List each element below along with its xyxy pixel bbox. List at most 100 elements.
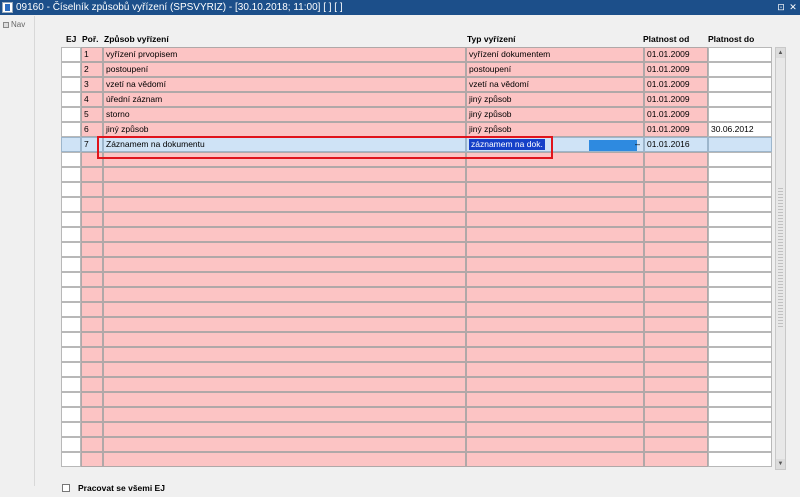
cell-typ-vyrizeni[interactable] (466, 392, 644, 407)
table-row-empty[interactable] (61, 317, 772, 332)
cell-zpusob-vyrizeni[interactable] (103, 437, 466, 452)
cell-zpusob-vyrizeni[interactable]: vzetí na vědomí (103, 77, 466, 92)
cell-ej[interactable] (61, 227, 81, 242)
table-row-empty[interactable] (61, 227, 772, 242)
nav-link[interactable]: Nav (3, 20, 25, 29)
cell-ej[interactable] (61, 92, 81, 107)
cell-ej[interactable] (61, 377, 81, 392)
cell-ej[interactable] (61, 362, 81, 377)
list-of-values-icon[interactable]: – (635, 138, 640, 151)
cell-platnost-od[interactable] (644, 377, 708, 392)
cell-ej[interactable] (61, 242, 81, 257)
cell-platnost-od[interactable]: 01.01.2009 (644, 62, 708, 77)
table-row[interactable]: 5 storno jiný způsob 01.01.2009 (61, 107, 772, 122)
cell-typ-vyrizeni[interactable] (466, 452, 644, 467)
cell-poradi[interactable] (81, 212, 103, 227)
cell-poradi[interactable] (81, 392, 103, 407)
cell-platnost-od[interactable] (644, 452, 708, 467)
scroll-down-icon[interactable]: ▼ (776, 459, 785, 469)
cell-zpusob-vyrizeni[interactable] (103, 272, 466, 287)
cell-platnost-od[interactable] (644, 332, 708, 347)
scroll-thumb[interactable] (778, 188, 783, 328)
table-row-empty[interactable] (61, 242, 772, 257)
cell-zpusob-vyrizeni[interactable] (103, 167, 466, 182)
cell-poradi[interactable] (81, 317, 103, 332)
cell-zpusob-vyrizeni[interactable] (103, 407, 466, 422)
cell-platnost-od[interactable] (644, 227, 708, 242)
cell-poradi[interactable] (81, 452, 103, 467)
cell-poradi[interactable] (81, 167, 103, 182)
table-row-empty[interactable] (61, 452, 772, 467)
cell-ej[interactable] (61, 182, 81, 197)
table-row-empty[interactable] (61, 212, 772, 227)
table-row-empty[interactable] (61, 257, 772, 272)
cell-poradi[interactable] (81, 272, 103, 287)
cell-platnost-do[interactable] (708, 62, 772, 77)
cell-platnost-do[interactable] (708, 317, 772, 332)
cell-platnost-do[interactable] (708, 257, 772, 272)
cell-platnost-do[interactable] (708, 227, 772, 242)
cell-typ-vyrizeni[interactable] (466, 317, 644, 332)
table-row-empty[interactable] (61, 197, 772, 212)
cell-platnost-do[interactable] (708, 242, 772, 257)
cell-zpusob-vyrizeni[interactable] (103, 302, 466, 317)
cell-typ-vyrizeni[interactable]: jiný způsob (466, 122, 644, 137)
table-row-empty[interactable] (61, 332, 772, 347)
table-row[interactable]: 4 úřední záznam jiný způsob 01.01.2009 (61, 92, 772, 107)
cell-platnost-od[interactable]: 01.01.2009 (644, 107, 708, 122)
cell-platnost-od[interactable] (644, 362, 708, 377)
cell-platnost-od[interactable]: 01.01.2016 (644, 137, 708, 152)
cell-platnost-od[interactable] (644, 212, 708, 227)
cell-ej[interactable] (61, 302, 81, 317)
cell-zpusob-vyrizeni[interactable] (103, 212, 466, 227)
table-row-empty[interactable] (61, 272, 772, 287)
table-row-empty[interactable] (61, 347, 772, 362)
cell-platnost-od[interactable] (644, 302, 708, 317)
table-row-empty[interactable] (61, 302, 772, 317)
table-row-empty[interactable] (61, 422, 772, 437)
cell-ej[interactable] (61, 77, 81, 92)
cell-platnost-do[interactable] (708, 152, 772, 167)
cell-ej[interactable] (61, 62, 81, 77)
cell-typ-vyrizeni[interactable] (466, 197, 644, 212)
all-ej-checkbox[interactable] (62, 484, 70, 492)
table-row[interactable]: 2 postoupení postoupení 01.01.2009 (61, 62, 772, 77)
cell-platnost-do[interactable] (708, 437, 772, 452)
cell-platnost-do[interactable] (708, 212, 772, 227)
cell-ej[interactable] (61, 167, 81, 182)
cell-poradi[interactable]: 3 (81, 77, 103, 92)
cell-poradi[interactable] (81, 287, 103, 302)
close-icon[interactable]: ✕ (788, 0, 798, 15)
cell-typ-vyrizeni[interactable] (466, 377, 644, 392)
cell-ej[interactable] (61, 122, 81, 137)
cell-typ-vyrizeni[interactable]: postoupení (466, 62, 644, 77)
cell-ej[interactable] (61, 257, 81, 272)
cell-platnost-od[interactable]: 01.01.2009 (644, 122, 708, 137)
cell-zpusob-vyrizeni[interactable] (103, 257, 466, 272)
cell-platnost-do[interactable] (708, 362, 772, 377)
cell-ej[interactable] (61, 197, 81, 212)
cell-platnost-do[interactable] (708, 377, 772, 392)
cell-platnost-do[interactable] (708, 272, 772, 287)
cell-poradi[interactable] (81, 182, 103, 197)
cell-zpusob-vyrizeni[interactable] (103, 182, 466, 197)
cell-platnost-od[interactable]: 01.01.2009 (644, 92, 708, 107)
cell-ej[interactable] (61, 272, 81, 287)
cell-platnost-do[interactable] (708, 422, 772, 437)
cell-zpusob-vyrizeni[interactable] (103, 332, 466, 347)
cell-zpusob-vyrizeni[interactable]: jiný způsob (103, 122, 466, 137)
cell-ej[interactable] (61, 407, 81, 422)
cell-ej[interactable] (61, 347, 81, 362)
cell-typ-vyrizeni[interactable] (466, 227, 644, 242)
cell-platnost-do[interactable] (708, 302, 772, 317)
cell-platnost-od[interactable] (644, 272, 708, 287)
cell-ej[interactable] (61, 392, 81, 407)
cell-typ-vyrizeni[interactable]: vyřízení dokumentem (466, 47, 644, 62)
table-row-empty[interactable] (61, 407, 772, 422)
cell-poradi[interactable] (81, 302, 103, 317)
table-row-empty[interactable] (61, 362, 772, 377)
cell-platnost-do[interactable] (708, 137, 772, 152)
cell-typ-vyrizeni[interactable] (466, 212, 644, 227)
cell-zpusob-vyrizeni[interactable] (103, 227, 466, 242)
cell-typ-vyrizeni[interactable] (466, 407, 644, 422)
